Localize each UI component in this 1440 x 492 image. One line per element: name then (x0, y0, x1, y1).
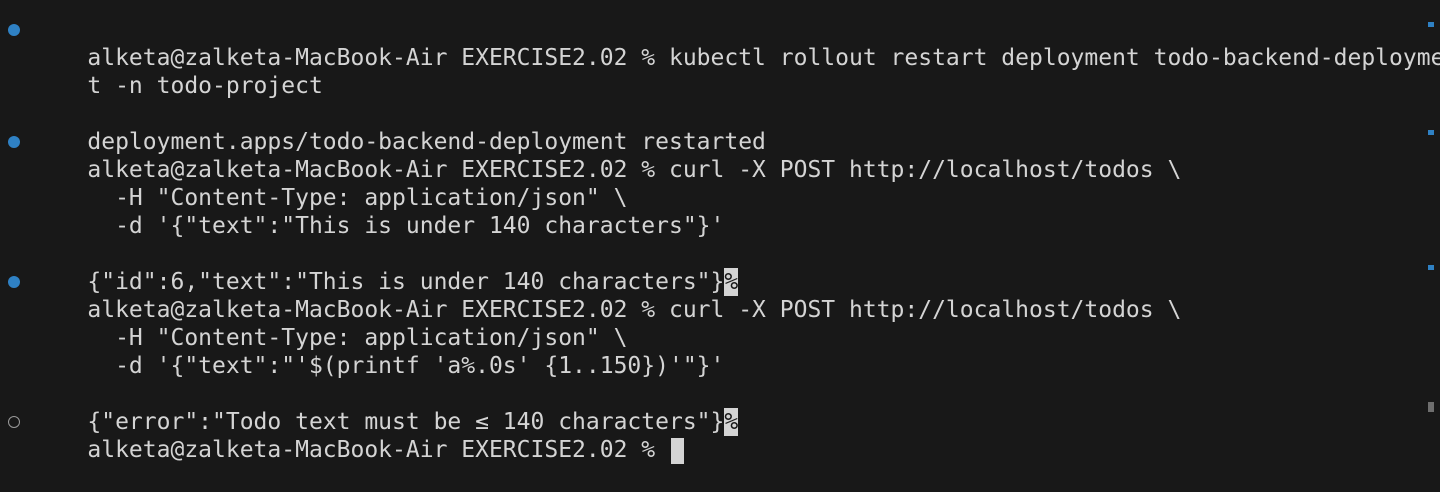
terminal-line-command: alketa@zalketa-MacBook-Air EXERCISE2.02 … (0, 16, 1440, 71)
terminal-line-output: deployment.apps/todo-backend-deployment … (0, 100, 1424, 155)
terminal-line: -d '{"text":"'$(printf 'a%.0s' {1..150})… (0, 324, 1424, 379)
terminal-line-output: {"error":"Todo text must be ≤ 140 charac… (0, 380, 1424, 436)
terminal-output[interactable]: alketa@zalketa-MacBook-Air EXERCISE2.02 … (0, 16, 1440, 464)
terminal-line: -H "Content-Type: application/json" \ (0, 156, 1424, 211)
prompt-status-dot-icon (8, 416, 20, 428)
terminal-line: -d '{"text":"This is under 140 character… (0, 184, 1424, 239)
command-status-dot-icon[interactable] (8, 136, 20, 148)
terminal-line-output: {"id":6,"text":"This is under 140 charac… (0, 240, 1424, 296)
ruler-marker (1428, 22, 1434, 27)
ruler-marker (1428, 130, 1434, 135)
ruler-marker (1428, 265, 1434, 270)
ruler-marker (1428, 402, 1434, 412)
command-status-dot-icon[interactable] (8, 24, 20, 36)
terminal-line: t -n todo-project (0, 44, 1424, 99)
prompt-text: alketa@zalketa-MacBook-Air EXERCISE2.02 … (87, 437, 669, 463)
terminal-line-prompt[interactable]: alketa@zalketa-MacBook-Air EXERCISE2.02 … (0, 408, 1424, 464)
command-status-dot-icon[interactable] (8, 276, 20, 288)
terminal-line-command: alketa@zalketa-MacBook-Air EXERCISE2.02 … (0, 128, 1424, 183)
terminal-line: -H "Content-Type: application/json" \ (0, 296, 1424, 351)
terminal-line-command: alketa@zalketa-MacBook-Air EXERCISE2.02 … (0, 268, 1424, 323)
text-cursor (670, 437, 684, 464)
overview-ruler[interactable] (1424, 0, 1440, 482)
